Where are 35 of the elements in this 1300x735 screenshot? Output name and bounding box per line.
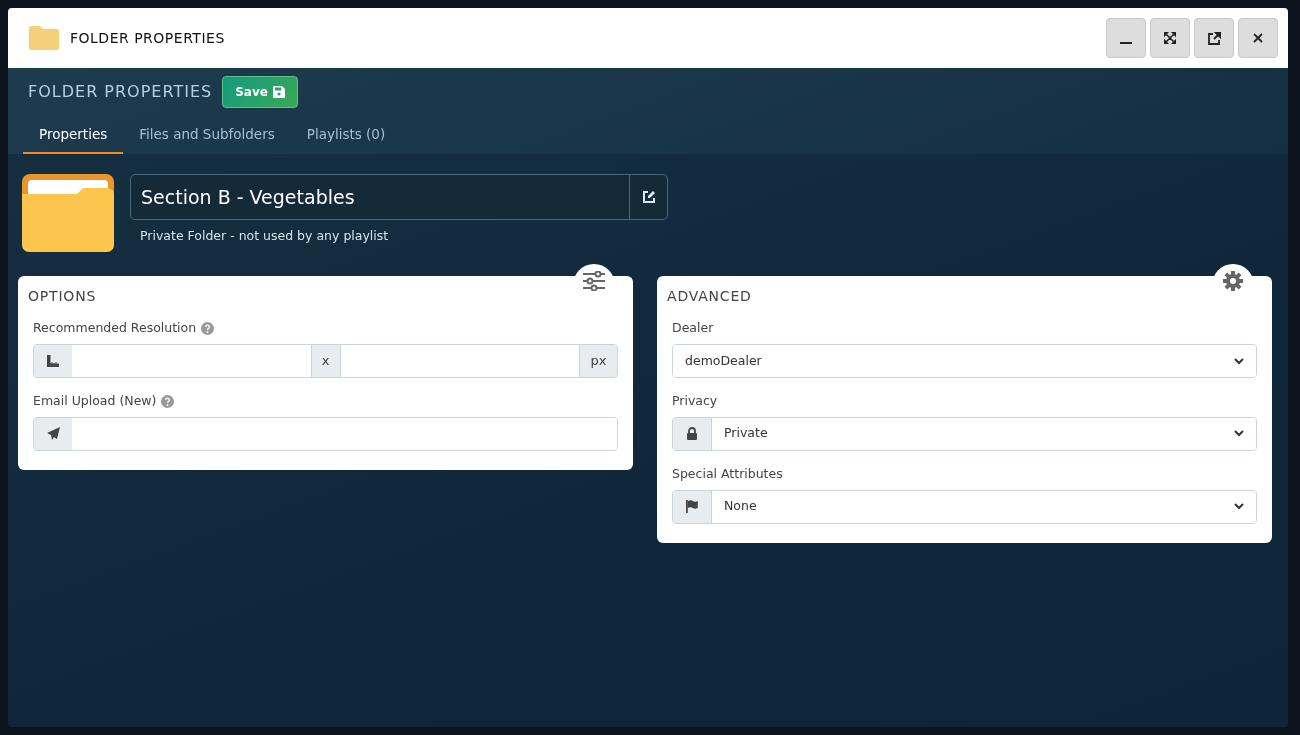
select-dropdown[interactable]: None: [711, 490, 1256, 523]
card-title: OPTIONS: [28, 287, 97, 307]
flag-icon: [673, 490, 711, 523]
tab[interactable]: Properties: [23, 120, 124, 155]
minimize-icon: [1120, 42, 1132, 44]
help-icon: [201, 322, 215, 336]
maximize-button[interactable]: [1150, 18, 1190, 58]
edit-icon: [641, 190, 656, 205]
window-title: FOLDER PROPERTIES: [70, 28, 225, 48]
close-button[interactable]: [1238, 18, 1278, 58]
close-icon: [1253, 33, 1263, 43]
popout-button[interactable]: [1194, 18, 1234, 58]
external-link-icon: [1207, 31, 1221, 45]
chevron-down-icon: [1234, 430, 1244, 438]
folder-status-text: Private Folder - not used by any playlist: [140, 227, 390, 246]
select-dropdown[interactable]: demoDealer: [673, 345, 1256, 377]
paper-plane-icon: [34, 417, 72, 450]
help-icon: [161, 394, 175, 408]
card-title: ADVANCED: [667, 287, 752, 307]
select-dropdown[interactable]: Private: [711, 417, 1256, 450]
toolbar-heading: FOLDER PROPERTIES: [28, 81, 213, 103]
chevron-down-icon: [1234, 357, 1244, 365]
expand-icon: [1164, 32, 1176, 44]
field-label: Email Upload (New): [33, 392, 157, 410]
lock-icon: [673, 417, 711, 450]
field-label: Dealer: [672, 319, 715, 338]
field-label: Privacy: [672, 392, 719, 410]
field-label: Recommended Resolution: [33, 319, 197, 338]
tab[interactable]: Files and Subfolders: [123, 120, 291, 155]
chevron-down-icon: [1234, 503, 1244, 510]
folder-icon: [28, 25, 60, 51]
tab[interactable]: Playlists (0): [290, 120, 402, 155]
folder-icon: [22, 174, 114, 253]
folder-name-field[interactable]: Section B - Vegetables: [130, 174, 668, 221]
field-label: Special Attributes: [672, 464, 784, 483]
